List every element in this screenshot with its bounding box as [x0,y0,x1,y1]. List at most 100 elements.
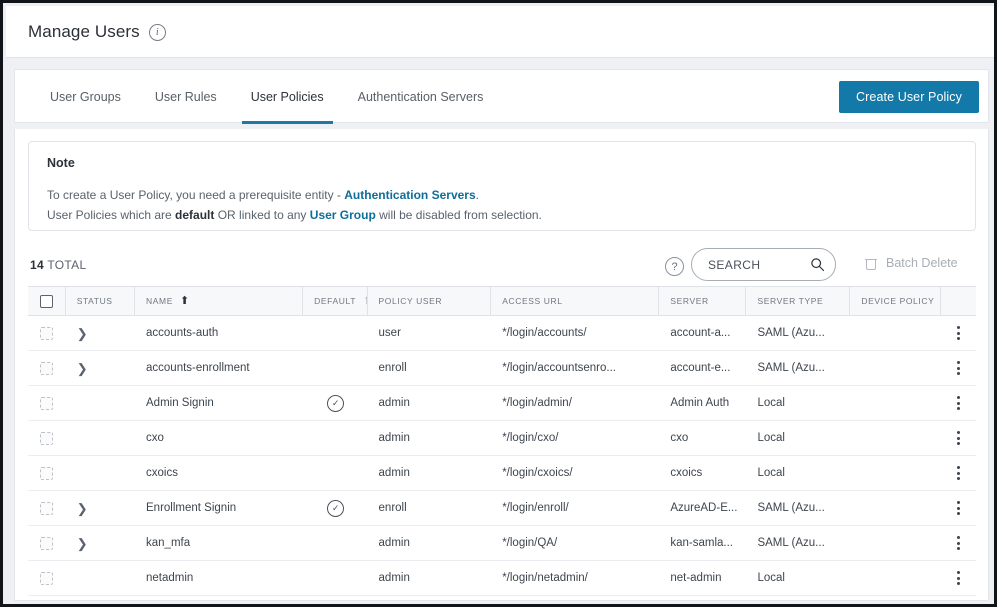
row-default [303,561,367,595]
table-row[interactable]: ❯ kan_mfa admin */login/QA/kan-samla... SAML… [28,526,976,561]
help-icon[interactable]: ? [665,257,684,276]
user-policies-table: STATUS NAME ⬆ DEFAULT ⬆ POLICY USER ACCE… [28,286,976,596]
row-device-policy [850,491,941,525]
sort-ascending-icon: ⬆ [179,294,190,307]
row-actions-cell [941,491,976,525]
user-group-link[interactable]: User Group [310,208,376,222]
row-actions-cell [941,561,976,595]
row-select-cell [28,526,66,560]
column-header-server[interactable]: SERVER [659,287,747,315]
row-server: account-e... [670,362,731,374]
tab-label: User Groups [50,90,121,104]
row-server: cxo [670,432,689,444]
row-select-cell [28,316,66,350]
chevron-right-icon[interactable]: ❯ [77,362,88,375]
row-select-cell [28,351,66,385]
row-menu-icon[interactable] [957,396,961,410]
table-row[interactable]: cxo admin */login/cxo/cxo Local [28,421,976,456]
batch-delete-button[interactable]: Batch Delete [865,256,958,270]
row-expand-cell: ❯ [66,491,135,525]
note-default-bold: default [175,208,215,222]
row-menu-icon[interactable] [957,571,961,585]
chevron-right-icon[interactable]: ❯ [77,327,88,340]
tab-bar: User Groups User Rules User Policies Aut… [14,69,989,124]
column-header-policy-user[interactable]: POLICY USER [368,287,492,315]
row-actions-cell [941,421,976,455]
tab-list: User Groups User Rules User Policies Aut… [33,70,500,124]
row-menu-icon[interactable] [957,361,961,375]
row-name: Admin Signin [146,397,214,409]
table-row[interactable]: netadmin admin */login/netadmin/net-admin L… [28,561,976,596]
row-default [303,526,367,560]
row-select-cell [28,491,66,525]
row-device-policy [850,526,941,560]
table-row[interactable]: ❯ accounts-auth user */login/accounts/accou… [28,316,976,351]
row-server-type: SAML (Azu... [757,502,825,514]
row-server: net-admin [670,572,722,584]
search-box[interactable] [691,248,836,281]
row-checkbox[interactable] [40,396,53,410]
table-row[interactable]: ❯ Enrollment Signin ✓ enroll */login/enroll/… [28,491,976,526]
create-user-policy-button[interactable]: Create User Policy [839,81,979,113]
row-menu-icon[interactable] [957,466,961,480]
tab-user-rules[interactable]: User Rules [138,70,234,124]
row-device-policy [850,421,941,455]
content-panel: Note To create a User Policy, you need a… [14,129,989,601]
column-header-name[interactable]: NAME ⬆ [135,287,304,315]
row-checkbox[interactable] [40,431,53,445]
row-checkbox[interactable] [40,571,53,585]
row-name: netadmin [146,572,194,584]
row-name: Enrollment Signin [146,502,237,514]
table-row[interactable]: Admin Signin ✓ admin */login/admin/Admin Au… [28,386,976,421]
app-window: Manage Users i User Groups User Rules Us… [0,0,997,607]
chevron-right-icon[interactable]: ❯ [77,537,88,550]
chevron-right-icon[interactable]: ❯ [77,502,88,515]
row-checkbox[interactable] [40,466,53,480]
column-header-access-url[interactable]: ACCESS URL [491,287,660,315]
row-access-url: */login/cxoics/ [502,467,573,479]
tab-user-policies[interactable]: User Policies [234,70,341,124]
row-policy-user: admin [378,572,410,584]
row-policy-user: enroll [378,502,407,514]
note-line-2-suffix: will be disabled from selection. [375,208,542,222]
row-select-cell [28,561,66,595]
row-default [303,316,367,350]
row-access-url: */login/cxo/ [502,432,559,444]
check-circle-icon: ✓ [327,499,345,517]
note-line-1-suffix: . [475,188,479,202]
row-checkbox[interactable] [40,361,53,375]
row-actions-cell [941,316,976,350]
column-header-default-label: DEFAULT [314,296,356,306]
column-header-default[interactable]: DEFAULT ⬆ [303,287,368,315]
row-menu-icon[interactable] [957,501,961,515]
row-menu-icon[interactable] [957,326,961,340]
note-box: Note To create a User Policy, you need a… [28,141,976,231]
row-server-type: Local [757,572,785,584]
row-actions-cell [941,386,976,420]
tab-authentication-servers[interactable]: Authentication Servers [341,70,501,124]
note-line-2: User Policies which are default OR linke… [47,205,957,225]
row-menu-icon[interactable] [957,536,961,550]
row-default [303,351,367,385]
tab-user-groups[interactable]: User Groups [33,70,138,124]
column-header-status[interactable]: STATUS [66,287,136,315]
authentication-servers-link[interactable]: Authentication Servers [344,188,475,202]
row-checkbox[interactable] [40,326,53,340]
table-row[interactable]: ❯ accounts-enrollment enroll */login/accoun… [28,351,976,386]
row-checkbox[interactable] [40,536,53,550]
check-circle-icon: ✓ [327,394,345,412]
row-checkbox[interactable] [40,501,53,515]
row-actions-cell [941,351,976,385]
row-expand-cell [66,456,135,490]
tab-label: User Policies [250,90,324,104]
row-server-type: Local [757,467,785,479]
column-header-server-type[interactable]: SERVER TYPE [746,287,851,315]
row-menu-icon[interactable] [957,431,961,445]
tab-label: User Rules [154,90,217,104]
table-row[interactable]: cxoics admin */login/cxoics/cxoics Local [28,456,976,491]
row-access-url: */login/accountsenro... [502,362,616,374]
select-all-checkbox[interactable] [40,294,53,308]
column-header-device-policy[interactable]: DEVICE POLICY [850,287,942,315]
search-input[interactable] [706,256,810,273]
info-icon[interactable]: i [148,24,166,41]
